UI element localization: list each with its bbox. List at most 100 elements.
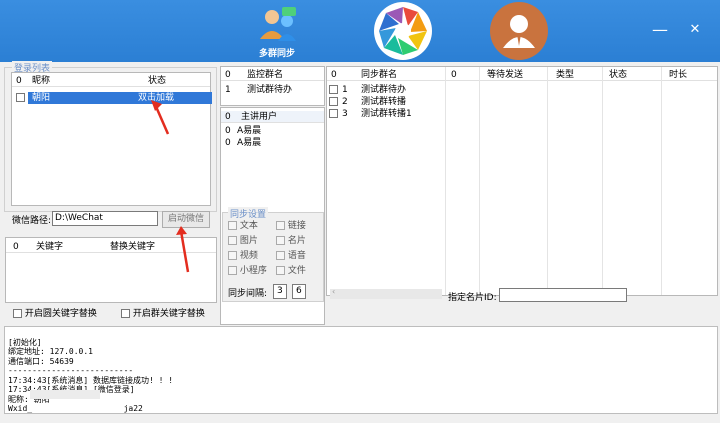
monitor-group-table[interactable]: 0 监控群名 1 测试群待办 <box>220 66 325 106</box>
column-status: 状态 <box>148 76 167 86</box>
column-type: 类型 <box>556 70 575 80</box>
option-label: 图片 <box>239 236 258 246</box>
multi-group-sync-icon[interactable] <box>254 5 300 45</box>
checkbox[interactable] <box>228 221 237 230</box>
row-index: 2 <box>342 97 348 107</box>
option-label: 名片 <box>287 236 306 246</box>
tab-multi-group-sync[interactable]: 多群同步 <box>250 46 304 59</box>
login-list-table[interactable]: 0 昵称 状态 朝阳 双击加载 <box>11 72 212 206</box>
row-checkbox[interactable] <box>329 109 338 118</box>
checkbox[interactable] <box>228 251 237 260</box>
close-button[interactable]: ✕ <box>682 20 708 42</box>
user-profile-icon[interactable] <box>490 2 548 60</box>
checkbox[interactable] <box>276 221 285 230</box>
log-line: 昵称: 朝阳 <box>8 394 50 404</box>
option-card[interactable]: 名片 <box>276 235 306 247</box>
redaction-blur <box>30 390 100 399</box>
annotation-arrow-icon <box>176 226 190 273</box>
card-id-label: 指定名片ID: <box>448 293 497 303</box>
column-index: 0 <box>13 242 19 252</box>
nickname-cell: 朝阳 <box>32 93 51 103</box>
column-pending: 等待发送 <box>487 70 524 80</box>
checkbox[interactable] <box>276 236 285 245</box>
log-line: 17:34:43[系统消息] 数据库链接成功! ! ! <box>8 375 174 385</box>
table-row[interactable]: 0 A易晨 <box>221 137 324 149</box>
checkbox[interactable] <box>228 236 237 245</box>
log-panel[interactable]: [初始化] 绑定地址: 127.0.0.1 通信端口: 54639 ---------… <box>4 326 718 414</box>
table-row[interactable]: 2 测试群转播 <box>327 96 717 108</box>
sync-group-header: 0 同步群名 0 等待发送 类型 状态 时长 <box>327 69 717 81</box>
column-sync-group: 同步群名 <box>361 70 398 80</box>
private-replace-option[interactable]: 开启圆关键字替换 <box>13 306 97 319</box>
option-label: 视频 <box>239 251 258 261</box>
private-replace-label: 开启圆关键字替换 <box>24 309 97 319</box>
option-mini-program[interactable]: 小程序 <box>228 265 267 277</box>
option-text[interactable]: 文本 <box>228 220 258 232</box>
row-index: 0 <box>225 138 231 148</box>
speaker-name-cell: A易晨 <box>237 126 262 136</box>
log-line: Wxid_ ja22 <box>8 404 143 413</box>
column-index: 0 <box>225 70 231 80</box>
interval-from-input[interactable]: 3 <box>273 284 287 299</box>
group-name-cell: 测试群待办 <box>361 85 407 95</box>
log-line: 通信端口: 54639 <box>8 356 74 366</box>
login-list-header: 0 昵称 状态 <box>12 75 210 87</box>
row-checkbox[interactable] <box>329 97 338 106</box>
column-index: 0 <box>331 70 337 80</box>
wechat-path-label: 微信路径: <box>12 216 52 226</box>
sync-group-table[interactable]: 0 同步群名 0 等待发送 类型 状态 时长 1 测试群待办 2 测试群转播 3… <box>326 66 718 296</box>
sync-settings-title: 同步设置 <box>228 207 269 220</box>
option-label: 小程序 <box>239 266 267 276</box>
group-replace-option[interactable]: 开启群关键字替换 <box>121 306 205 319</box>
card-id-input[interactable] <box>499 288 627 302</box>
column-status: 状态 <box>609 70 628 80</box>
row-index: 3 <box>342 109 348 119</box>
monitor-header: 0 监控群名 <box>221 69 324 81</box>
minimize-button[interactable]: — <box>647 20 673 42</box>
table-row[interactable]: 3 测试群转播1 <box>327 108 717 120</box>
row-checkbox[interactable] <box>16 93 25 102</box>
log-line: 绑定地址: 127.0.0.1 <box>8 347 93 356</box>
option-video[interactable]: 视频 <box>228 250 258 262</box>
annotation-arrow-icon <box>151 100 170 135</box>
speaker-name-cell: A易晨 <box>237 138 262 148</box>
option-voice[interactable]: 语音 <box>276 250 306 262</box>
table-row[interactable]: 1 测试群待办 <box>327 84 717 96</box>
group-name-cell: 测试群转播1 <box>361 109 412 119</box>
column-count: 0 <box>451 70 457 80</box>
horizontal-scrollbar[interactable]: ‹ <box>330 287 442 299</box>
option-file[interactable]: 文件 <box>276 265 306 277</box>
column-index: 0 <box>16 76 22 86</box>
option-label: 文件 <box>287 266 306 276</box>
column-keyword: 关键字 <box>36 242 64 252</box>
log-line: [初始化] <box>8 337 42 347</box>
row-index: 0 <box>225 126 231 136</box>
row-checkbox[interactable] <box>329 85 338 94</box>
option-label: 文本 <box>239 221 258 231</box>
table-row[interactable]: 0 A易晨 <box>221 125 324 137</box>
column-duration: 时长 <box>669 70 688 80</box>
option-link[interactable]: 链接 <box>276 220 306 232</box>
checkbox[interactable] <box>276 251 285 260</box>
table-row[interactable]: 朝阳 双击加载 <box>12 92 212 104</box>
group-replace-checkbox[interactable] <box>121 309 130 318</box>
row-index: 1 <box>225 85 231 95</box>
row-selection <box>28 92 212 104</box>
scroll-left-icon[interactable]: ‹ <box>332 287 335 296</box>
column-monitor-group: 监控群名 <box>247 70 284 80</box>
option-image[interactable]: 图片 <box>228 235 258 247</box>
speaker-header: 0 主讲用户 <box>221 111 324 123</box>
log-line: 17:34:43[系统消息] [微信登录] <box>8 385 135 394</box>
column-replace-keyword: 替换关键字 <box>110 242 156 252</box>
sync-interval-label: 同步间隔: <box>228 289 268 299</box>
interval-to-input[interactable]: 6 <box>292 284 306 299</box>
camera-aperture-icon[interactable] <box>374 2 432 60</box>
checkbox[interactable] <box>228 266 237 275</box>
option-label: 链接 <box>287 221 306 231</box>
private-replace-checkbox[interactable] <box>13 309 22 318</box>
wechat-path-input[interactable]: D:\WeChat <box>52 211 158 226</box>
log-line: -------------------------- <box>8 366 134 375</box>
column-index: 0 <box>225 112 231 122</box>
checkbox[interactable] <box>276 266 285 275</box>
table-row[interactable]: 1 测试群待办 <box>221 84 324 96</box>
